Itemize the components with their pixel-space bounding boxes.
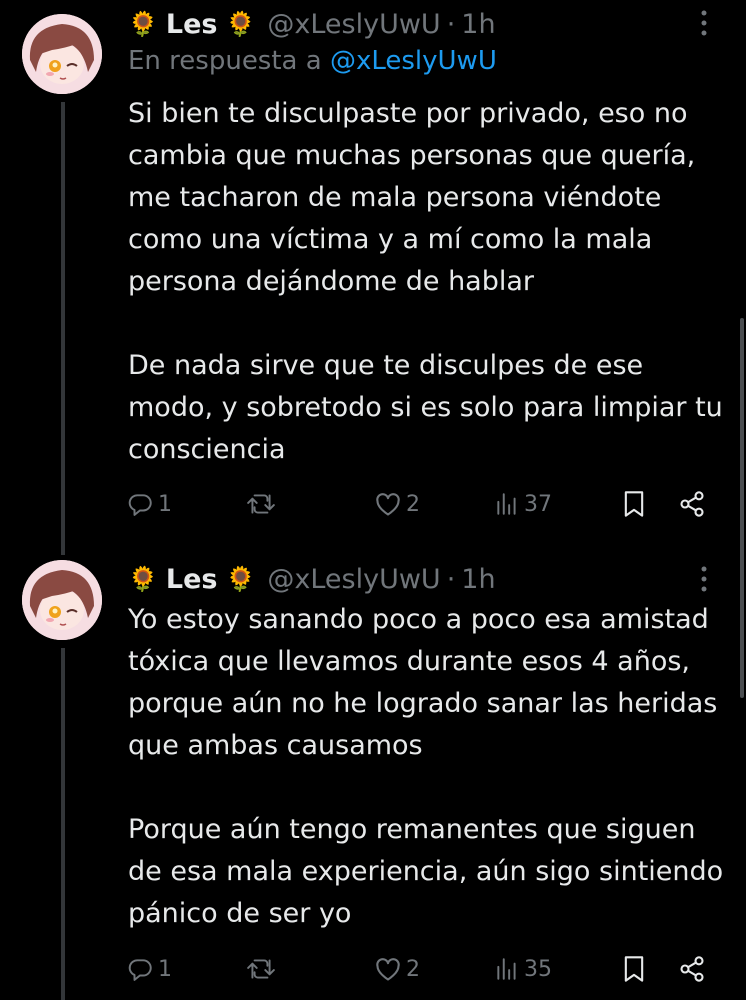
tweet-paragraph: Yo estoy sanando poco a poco esa amistad… (128, 604, 718, 761)
user-handle[interactable]: @xLeslyUwU (267, 9, 440, 40)
separator-dot: · (446, 8, 456, 40)
views-icon (497, 958, 516, 980)
avatar[interactable] (22, 14, 102, 94)
like-count: 2 (406, 491, 420, 517)
view-count: 35 (524, 956, 552, 982)
share-icon (680, 491, 704, 517)
views-icon (497, 493, 516, 515)
like-button[interactable]: 2 (374, 482, 420, 526)
sunflower-emoji: 🌻 (128, 10, 158, 38)
reply-mention-link[interactable]: @xLeslyUwU (330, 46, 497, 76)
reply-prefix: En respuesta a (128, 46, 322, 76)
bookmark-icon (624, 491, 644, 517)
views-button[interactable]: 37 (494, 482, 552, 526)
bookmark-button[interactable] (622, 482, 646, 526)
sunflower-emoji: 🌻 (225, 565, 256, 593)
display-name[interactable]: Les (166, 564, 218, 595)
views-button[interactable]: 35 (494, 947, 552, 991)
tweet[interactable]: 🌻 Les 🌻 @xLeslyUwU · 1h En respuesta a @… (0, 0, 746, 555)
thread-line (61, 648, 65, 1000)
reply-count: 1 (158, 956, 172, 982)
separator-dot: · (446, 563, 456, 595)
tweet-paragraph: De nada sirve que te disculpes de ese mo… (128, 350, 723, 465)
share-button[interactable] (678, 482, 706, 526)
timestamp[interactable]: 1h (461, 9, 495, 40)
reply-button[interactable]: 1 (128, 947, 172, 991)
bookmark-icon (624, 956, 644, 982)
tweet-text: Si bien te disculpaste por privado, eso … (128, 93, 728, 471)
tweet-header: 🌻 Les 🌻 @xLeslyUwU · 1h (128, 4, 496, 44)
sunflower-emoji: 🌻 (225, 10, 256, 38)
action-bar: 1 2 37 (128, 482, 718, 526)
heart-icon (376, 958, 400, 981)
tweet-header: 🌻 Les 🌻 @xLeslyUwU · 1h (128, 559, 496, 599)
action-bar: 1 2 35 (128, 947, 718, 991)
more-icon[interactable] (694, 8, 714, 38)
like-button[interactable]: 2 (374, 947, 420, 991)
thread-line (61, 102, 65, 555)
heart-icon (376, 493, 400, 516)
reply-context: En respuesta a @xLeslyUwU (128, 46, 497, 76)
retweet-button[interactable] (246, 482, 280, 526)
retweet-button[interactable] (246, 947, 280, 991)
like-count: 2 (406, 956, 420, 982)
share-icon (680, 956, 704, 982)
tweet-paragraph: Porque aún tengo remanentes que siguen d… (128, 814, 724, 929)
retweet-icon (247, 494, 275, 514)
more-icon[interactable] (694, 564, 714, 594)
reply-button[interactable]: 1 (128, 482, 172, 526)
timestamp[interactable]: 1h (461, 564, 495, 595)
user-handle[interactable]: @xLeslyUwU (267, 564, 440, 595)
reply-icon (128, 494, 152, 516)
retweet-icon (247, 959, 275, 979)
tweet-paragraph: Si bien te disculpaste por privado, eso … (128, 98, 696, 297)
avatar[interactable] (22, 560, 102, 640)
sunflower-emoji: 🌻 (128, 565, 158, 593)
share-button[interactable] (678, 947, 706, 991)
reply-count: 1 (158, 491, 172, 517)
reply-icon (128, 959, 152, 981)
display-name[interactable]: Les (166, 9, 218, 40)
view-count: 37 (524, 491, 552, 517)
bookmark-button[interactable] (622, 947, 646, 991)
tweet-text: Yo estoy sanando poco a poco esa amistad… (128, 599, 728, 935)
tweet[interactable]: 🌻 Les 🌻 @xLeslyUwU · 1h Yo estoy sanando… (0, 555, 746, 1000)
